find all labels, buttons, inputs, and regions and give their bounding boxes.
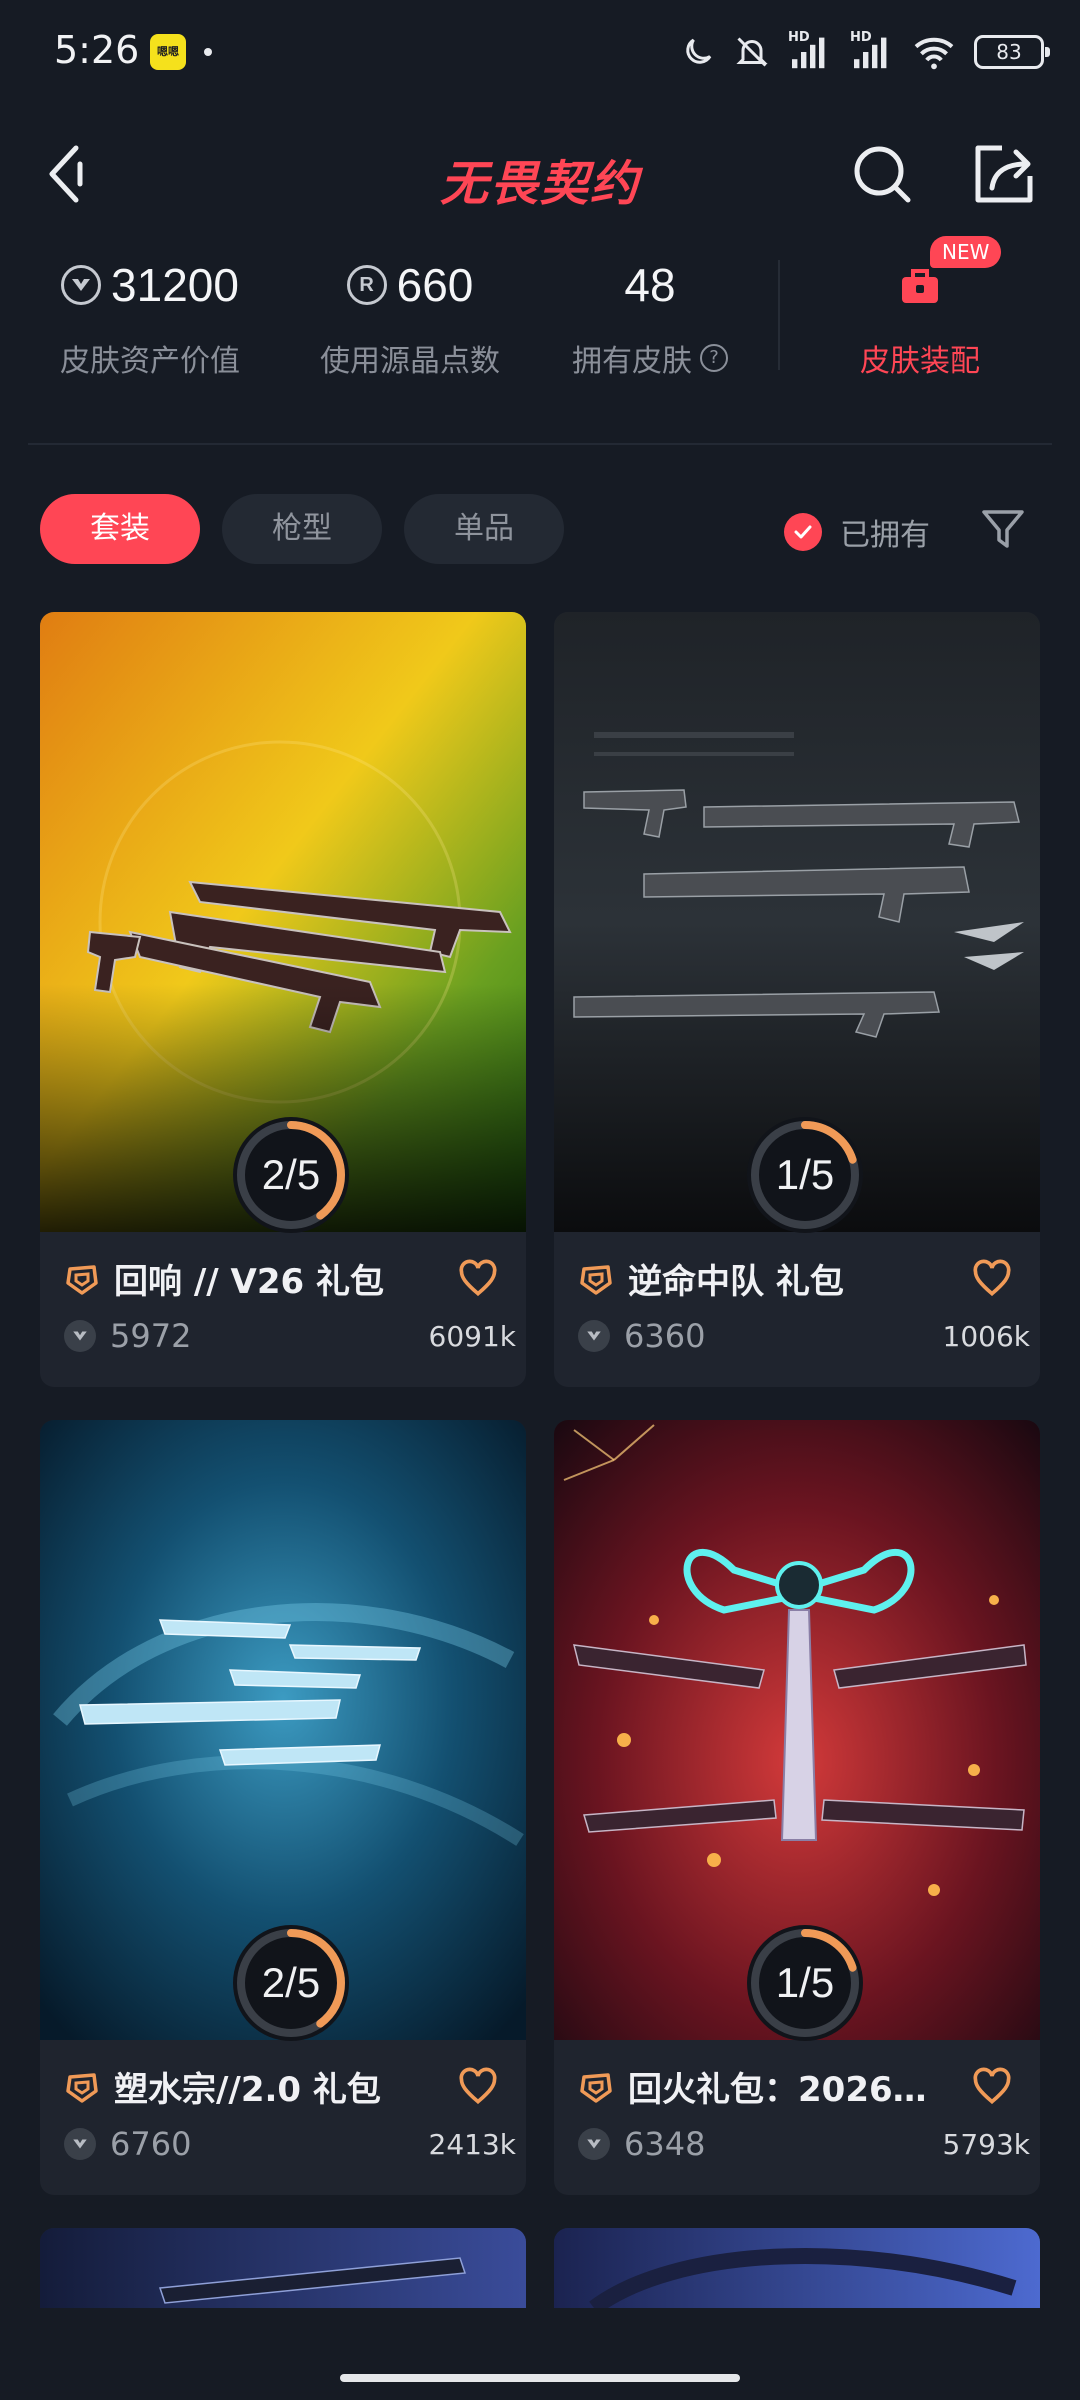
bundle-icon: [66, 2072, 98, 2103]
signal-icon: HD: [850, 30, 894, 70]
bundle-likes: 5793k: [942, 2128, 1030, 2161]
check-icon: [784, 513, 822, 551]
stat-label: 使用源晶点数: [320, 344, 500, 379]
home-indicator[interactable]: [340, 2374, 740, 2382]
vp-icon: [578, 1320, 610, 1352]
mute-bell-icon: [734, 34, 770, 70]
stat-value: 48: [624, 259, 676, 311]
app-notification-icon: 嗯嗯: [150, 34, 186, 70]
heart-icon: [459, 1259, 497, 1297]
progress-text: 2/5: [261, 1151, 321, 1198]
favorite-button[interactable]: [970, 2065, 1014, 2109]
heart-icon: [973, 2067, 1011, 2105]
bundle-title: 回火礼包：2026…: [628, 2070, 927, 2110]
stat-value: 660: [396, 259, 474, 311]
filter-button[interactable]: [978, 504, 1028, 554]
favorite-button[interactable]: [456, 1257, 500, 1301]
stat-radianite: R 660 使用源晶点数: [300, 250, 520, 380]
collection-progress: 1/5: [747, 1925, 863, 2041]
bundle-likes: 1006k: [942, 1320, 1030, 1353]
bundle-title: 逆命中队 礼包: [628, 1262, 844, 1302]
bundle-card[interactable]: 1/5 逆命中队 礼包 6360 1006k: [554, 612, 1040, 1387]
owned-label: 已拥有: [840, 518, 930, 553]
bundle-title: 回响 // V26 礼包: [114, 1262, 384, 1302]
moon-icon: [680, 34, 716, 70]
stat-skin-value: 31200 皮肤资产价值: [50, 250, 250, 380]
stats-divider: [778, 260, 780, 370]
loadout-button[interactable]: NEW 皮肤装配: [820, 236, 1020, 380]
collection-progress: 2/5: [233, 1117, 349, 1233]
bundle-price: 6360: [624, 1317, 706, 1355]
locker-icon: [902, 269, 938, 303]
progress-text: 1/5: [775, 1959, 835, 2006]
owned-toggle[interactable]: 已拥有: [784, 510, 930, 554]
status-time: 5:26: [54, 28, 140, 72]
search-icon: [854, 146, 911, 203]
help-icon[interactable]: ?: [700, 344, 728, 372]
progress-text: 1/5: [775, 1151, 835, 1198]
progress-text: 2/5: [261, 1959, 321, 2006]
filter-icon: [982, 510, 1024, 548]
radianite-icon: R: [346, 265, 387, 305]
collection-progress: 2/5: [233, 1925, 349, 2041]
vp-icon: [61, 265, 102, 305]
notification-dot: [204, 48, 212, 56]
share-button[interactable]: [972, 142, 1036, 206]
share-icon: [975, 145, 1033, 203]
bundle-price: 6760: [110, 2125, 192, 2163]
bundle-image: [40, 2228, 526, 2308]
app-header: 无畏契约: [0, 104, 1080, 254]
stats-panel: 31200 皮肤资产价值 R 660 使用源晶点数 48 拥有皮肤 ? NEW …: [0, 236, 1080, 440]
bundle-title: 塑水宗//2.0 礼包: [114, 2070, 381, 2110]
tab-weapon-type[interactable]: 枪型: [222, 494, 382, 564]
vp-icon: [578, 2128, 610, 2160]
battery-icon: 83: [974, 35, 1050, 69]
favorite-button[interactable]: [970, 1257, 1014, 1301]
app-title-logo: 无畏契约: [439, 156, 640, 212]
bundle-price: 6348: [624, 2125, 706, 2163]
vp-icon: [64, 1320, 96, 1352]
bundle-card[interactable]: 2/5 回响 // V26 礼包 5972 6091k: [40, 612, 526, 1387]
stat-label: 皮肤资产价值: [60, 344, 240, 379]
vp-icon: [64, 2128, 96, 2160]
bundle-card[interactable]: [554, 2228, 1040, 2308]
stat-owned-skins: 48 拥有皮肤 ?: [560, 250, 740, 380]
tab-single-item[interactable]: 单品: [404, 494, 564, 564]
wifi-icon: [912, 34, 956, 70]
bundle-price: 5972: [110, 1317, 192, 1355]
filter-row: 套装 枪型 单品 已拥有: [40, 494, 1040, 564]
search-button[interactable]: [850, 142, 914, 206]
collection-progress: 1/5: [747, 1117, 863, 1233]
new-badge: NEW: [930, 236, 1002, 268]
bundle-icon: [580, 1264, 612, 1295]
bundle-card[interactable]: 2/5 塑水宗//2.0 礼包 6760 2413k: [40, 1420, 526, 2195]
bundle-card[interactable]: 1/5 回火礼包：2026… 6348 5793k: [554, 1420, 1040, 2195]
status-bar: 5:26 嗯嗯 HD HD 83: [0, 0, 1080, 104]
bundle-likes: 6091k: [428, 1320, 516, 1353]
bundle-likes: 2413k: [428, 2128, 516, 2161]
bundle-icon: [66, 1264, 98, 1295]
heart-icon: [459, 2067, 497, 2105]
stat-label: 拥有皮肤: [572, 344, 692, 379]
signal-icon: HD: [788, 30, 832, 70]
tab-bundles[interactable]: 套装: [40, 494, 200, 564]
stat-value: 31200: [111, 259, 239, 311]
favorite-button[interactable]: [456, 2065, 500, 2109]
loadout-label: 皮肤装配: [860, 344, 980, 379]
divider: [28, 443, 1052, 445]
bundle-image: [554, 2228, 1040, 2308]
bundle-card[interactable]: [40, 2228, 526, 2308]
bundle-icon: [580, 2072, 612, 2103]
heart-icon: [973, 1259, 1011, 1297]
